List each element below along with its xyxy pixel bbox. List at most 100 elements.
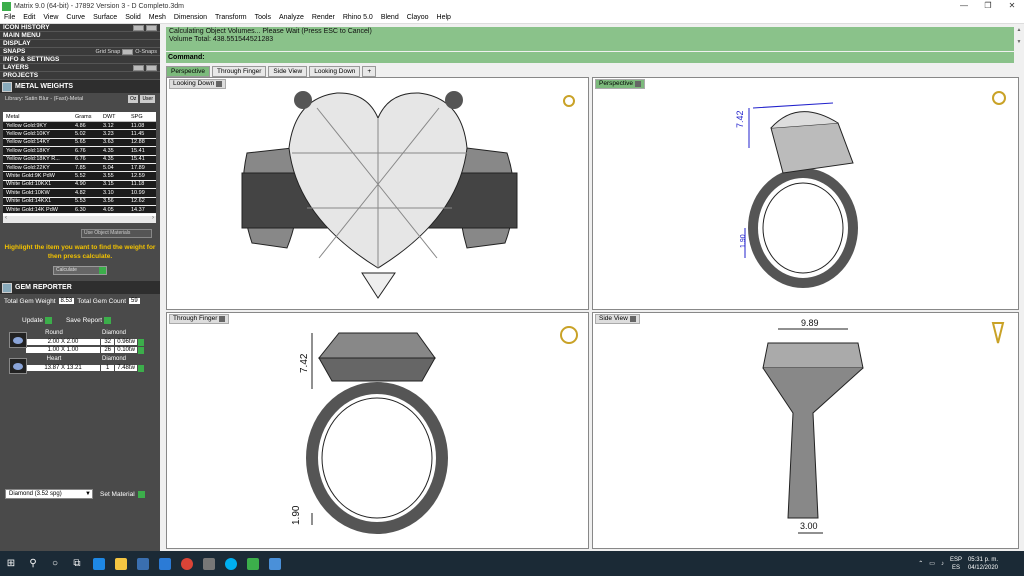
go-arrow-icon[interactable] (137, 364, 144, 372)
layer-options-icon[interactable] (146, 65, 157, 71)
update-button[interactable]: Update (22, 316, 52, 324)
menu-tools[interactable]: Tools (251, 14, 275, 21)
table-row[interactable]: White Gold:14K PdW 6.30 4.05 14.37 (3, 205, 156, 215)
ring-perspective-view: 7.42 1.90 (735, 91, 1006, 288)
dimension-label: 9.89 (801, 318, 819, 328)
menu-file[interactable]: File (0, 14, 19, 21)
section-main-menu[interactable]: MAIN MENU (0, 32, 160, 40)
task-view-icon[interactable]: ⧉ (66, 551, 88, 576)
maximize-button[interactable]: ❐ (976, 0, 1000, 12)
app-icon[interactable] (198, 551, 220, 576)
start-icon[interactable]: ⊞ (0, 551, 22, 576)
menu-dimension[interactable]: Dimension (170, 14, 211, 21)
menu-edit[interactable]: Edit (19, 14, 39, 21)
save-report-button[interactable]: Save Report (66, 316, 112, 324)
command-scrollbar[interactable]: ▲ ▼ (1014, 27, 1024, 63)
back-icon[interactable] (133, 25, 144, 31)
viewport-perspective[interactable]: Perspective 7.42 1.90 (592, 77, 1019, 310)
set-material-button[interactable]: Set Material (100, 489, 145, 499)
viewport-label[interactable]: Perspective (595, 79, 645, 89)
cortana-icon[interactable]: ○ (44, 551, 66, 576)
use-object-materials-select[interactable]: Use Object Materials (81, 229, 152, 238)
close-button[interactable]: ✕ (1000, 0, 1024, 12)
scale-icon (2, 81, 12, 92)
photos-icon[interactable] (264, 551, 286, 576)
file-explorer-icon[interactable] (110, 551, 132, 576)
viewport-label[interactable]: Looking Down (169, 79, 227, 89)
table-horizontal-scrollbar[interactable]: ‹ › (3, 215, 156, 223)
section-layers[interactable]: LAYERS (0, 64, 160, 72)
calculate-button[interactable]: Calculate (53, 266, 107, 275)
section-icon-history[interactable]: ICON HISTORY (0, 24, 160, 32)
menu-curve[interactable]: Curve (62, 14, 89, 21)
menu-view[interactable]: View (39, 14, 62, 21)
table-row[interactable]: White Gold:10KX1 4.90 3.15 11.18 (3, 180, 156, 190)
layer-icon[interactable] (133, 65, 144, 71)
dimension-label: 7.42 (735, 110, 745, 128)
network-icon[interactable]: ▭ (929, 560, 935, 567)
store-icon[interactable] (132, 551, 154, 576)
go-arrow-icon[interactable] (137, 338, 144, 346)
edge-icon[interactable] (88, 551, 110, 576)
oz-button[interactable]: Oz (128, 95, 139, 103)
table-row[interactable]: White Gold:10KW 4.82 3.10 10.99 (3, 189, 156, 198)
menu-solid[interactable]: Solid (121, 14, 145, 21)
menu-transform[interactable]: Transform (211, 14, 251, 21)
tab-perspective[interactable]: Perspective (166, 66, 210, 77)
table-row[interactable]: Yellow Gold:18KY 6.76 4.35 15.41 (3, 147, 156, 156)
menu-rhino[interactable]: Rhino 5.0 (339, 14, 377, 21)
matrix-app-icon (2, 1, 11, 11)
matrix-taskbar-icon[interactable] (242, 551, 264, 576)
mail-icon[interactable] (154, 551, 176, 576)
go-arrow-icon[interactable] (137, 346, 144, 354)
grid-snap-icon[interactable] (122, 49, 134, 55)
menu-help[interactable]: Help (433, 14, 455, 21)
menu-render[interactable]: Render (308, 14, 339, 21)
forward-icon[interactable] (146, 25, 157, 31)
tab-side-view[interactable]: Side View (268, 66, 308, 77)
section-snaps[interactable]: SNAPS Grid Snap O-Snaps (0, 48, 160, 56)
language-indicator[interactable]: ESP ES (950, 556, 962, 572)
section-display[interactable]: DISPLAY (0, 40, 160, 48)
window-title: Matrix 9.0 (64-bit) - J7892 Version 3 - … (14, 2, 185, 10)
skype-icon[interactable] (220, 551, 242, 576)
table-row[interactable]: White Gold:9K PdW 5.52 3.55 12.59 (3, 172, 156, 181)
menu-mesh[interactable]: Mesh (145, 14, 170, 21)
command-line[interactable]: Command: (166, 52, 1014, 63)
minimize-button[interactable]: — (952, 0, 976, 12)
section-projects[interactable]: PROJECTS (0, 72, 160, 80)
menu-analyze[interactable]: Analyze (275, 14, 308, 21)
dimension-label: 1.90 (291, 505, 302, 525)
section-info-settings[interactable]: INFO & SETTINGS (0, 56, 160, 64)
chevron-down-icon: ▼ (85, 491, 91, 497)
viewport-label[interactable]: Through Finger (169, 314, 230, 324)
user-button[interactable]: User (140, 95, 155, 103)
table-row[interactable]: Yellow Gold:22KY 7.85 5.04 17.89 (3, 163, 156, 173)
viewport-looking-down[interactable]: Looking Down (166, 77, 589, 310)
clock[interactable]: 05:31 p. m. 04/12/2020 (968, 556, 998, 572)
table-row[interactable]: Yellow Gold:18KY R... 6.76 4.35 15.41 (3, 155, 156, 164)
menu-clayoo[interactable]: Clayoo (403, 14, 433, 21)
table-row[interactable]: Yellow Gold:9KY 4.86 3.12 11.08 (3, 122, 156, 131)
table-row[interactable]: Yellow Gold:10KY 5.02 3.23 11.45 (3, 130, 156, 139)
search-icon[interactable]: ⚲ (22, 551, 44, 576)
tab-through-finger[interactable]: Through Finger (211, 66, 267, 77)
viewport-through-finger[interactable]: Through Finger 7.42 1.90 (166, 312, 589, 549)
menu-surface[interactable]: Surface (89, 14, 121, 21)
gem-totals: Total Gem Weight 8.53 Total Gem Count 59 (4, 297, 140, 305)
chevron-down-icon (634, 81, 641, 87)
chevron-up-icon[interactable]: ⌃ (918, 560, 923, 567)
grid-snap-toggle[interactable]: Grid Snap (96, 49, 121, 55)
add-tab-button[interactable]: + (362, 66, 377, 77)
volume-icon[interactable]: ♪ (941, 561, 944, 567)
round-gem-icon (9, 332, 27, 348)
chrome-icon[interactable] (176, 551, 198, 576)
tab-looking-down[interactable]: Looking Down (309, 66, 361, 77)
table-row[interactable]: White Gold:14KX1 5.53 3.56 12.62 (3, 197, 156, 206)
osnap-toggle[interactable]: O-Snaps (135, 49, 157, 55)
viewport-label[interactable]: Side View (595, 314, 640, 324)
menu-blend[interactable]: Blend (377, 14, 403, 21)
table-row[interactable]: Yellow Gold:14KY 5.65 3.63 12.88 (3, 138, 156, 148)
viewport-side-view[interactable]: Side View 9.89 3.00 (592, 312, 1019, 549)
material-select[interactable]: Diamond (3.52 spg) ▼ (5, 489, 93, 499)
